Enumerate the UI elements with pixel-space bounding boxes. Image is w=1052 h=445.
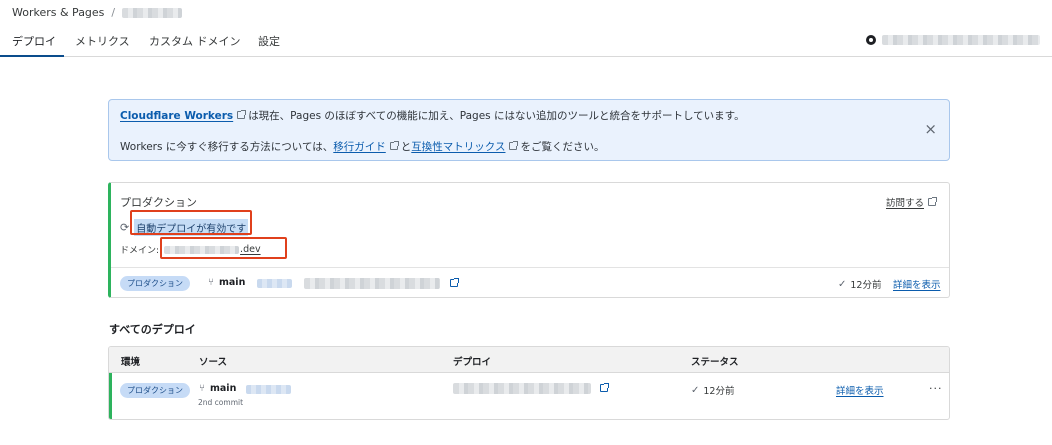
check-icon: ✓ bbox=[691, 384, 700, 396]
active-tab-indicator bbox=[0, 55, 64, 57]
banner-line-2: Workers に今すぐ移行する方法については、移行ガイド と互換性マトリックスを… bbox=[120, 141, 605, 153]
external-link-icon[interactable] bbox=[600, 383, 609, 392]
header-status: ステータス bbox=[691, 357, 739, 368]
tab-metrics[interactable]: メトリクス bbox=[75, 33, 130, 49]
migration-guide-link[interactable]: 移行ガイド bbox=[333, 141, 386, 153]
highlight-box bbox=[160, 237, 287, 259]
commit-message: 2nd commit bbox=[198, 398, 244, 407]
header-env: 環境 bbox=[121, 357, 141, 368]
breadcrumb-root[interactable]: Workers & Pages bbox=[12, 6, 104, 19]
divider bbox=[111, 267, 949, 268]
domain-label: ドメイン: bbox=[120, 246, 160, 256]
deploy-url-redacted[interactable] bbox=[453, 383, 591, 394]
branch-info: ⑂ main bbox=[208, 277, 246, 288]
tab-deployments[interactable]: デプロイ bbox=[12, 33, 56, 49]
migration-banner: Cloudflare Workers は現在、Pages のほぼすべての機能に加え… bbox=[108, 99, 950, 161]
commit-hash-redacted[interactable] bbox=[246, 385, 291, 394]
deploy-time: ✓ 12分前 bbox=[838, 278, 882, 292]
close-icon[interactable]: × bbox=[924, 122, 937, 137]
production-badge: プロダクション bbox=[120, 383, 190, 398]
external-link-icon bbox=[928, 197, 937, 206]
repo-name-redacted bbox=[882, 35, 1040, 45]
check-icon: ✓ bbox=[838, 278, 847, 290]
production-card: プロダクション 訪問する ⟳ 自動デプロイが有効です ドメイン: .dev プロ… bbox=[108, 182, 950, 298]
more-options-icon[interactable]: ··· bbox=[929, 382, 943, 395]
production-title: プロダクション bbox=[120, 196, 197, 209]
table-row: プロダクション ⑂ main 2nd commit ✓ 12分前 詳細を表示 ·… bbox=[109, 373, 949, 419]
production-badge: プロダクション bbox=[120, 276, 190, 291]
banner-line-1: Cloudflare Workers は現在、Pages のほぼすべての機能に加え… bbox=[120, 110, 745, 122]
github-repo[interactable] bbox=[866, 35, 1040, 45]
view-details-link[interactable]: 詳細を表示 bbox=[893, 277, 941, 291]
external-link-icon bbox=[509, 141, 519, 150]
refresh-icon: ⟳ bbox=[120, 221, 130, 234]
header-deploy: デプロイ bbox=[453, 357, 492, 368]
git-branch-icon: ⑂ bbox=[199, 383, 205, 394]
project-name-redacted bbox=[122, 7, 183, 18]
tab-bar: デプロイ メトリクス カスタム ドメイン 設定 bbox=[0, 24, 1052, 57]
external-link-icon bbox=[237, 110, 247, 119]
visit-link[interactable]: 訪問する bbox=[886, 195, 939, 209]
view-details-link[interactable]: 詳細を表示 bbox=[836, 383, 884, 397]
compatibility-matrix-link[interactable]: 互換性マトリックス bbox=[411, 141, 505, 153]
branch-info: ⑂ main bbox=[199, 383, 237, 394]
deploys-table: 環境 ソース デプロイ ステータス プロダクション ⑂ main 2nd com… bbox=[108, 346, 950, 420]
table-header: 環境 ソース デプロイ ステータス bbox=[109, 347, 949, 373]
deploy-status: ✓ 12分前 bbox=[691, 384, 735, 398]
highlight-box bbox=[130, 210, 252, 235]
commit-hash-redacted[interactable] bbox=[257, 279, 292, 288]
external-link-icon[interactable] bbox=[450, 278, 459, 287]
breadcrumb-separator: / bbox=[111, 6, 116, 19]
github-icon bbox=[866, 35, 876, 45]
tab-custom-domains[interactable]: カスタム ドメイン bbox=[149, 33, 241, 49]
tab-settings[interactable]: 設定 bbox=[258, 33, 280, 49]
cloudflare-workers-link[interactable]: Cloudflare Workers bbox=[120, 110, 233, 122]
header-source: ソース bbox=[199, 357, 228, 368]
git-branch-icon: ⑂ bbox=[208, 277, 214, 288]
all-deploys-title: すべてのデプロイ bbox=[109, 323, 196, 336]
deploy-url-redacted[interactable] bbox=[304, 278, 440, 289]
breadcrumb: Workers & Pages / bbox=[12, 6, 183, 19]
external-link-icon bbox=[389, 141, 399, 150]
